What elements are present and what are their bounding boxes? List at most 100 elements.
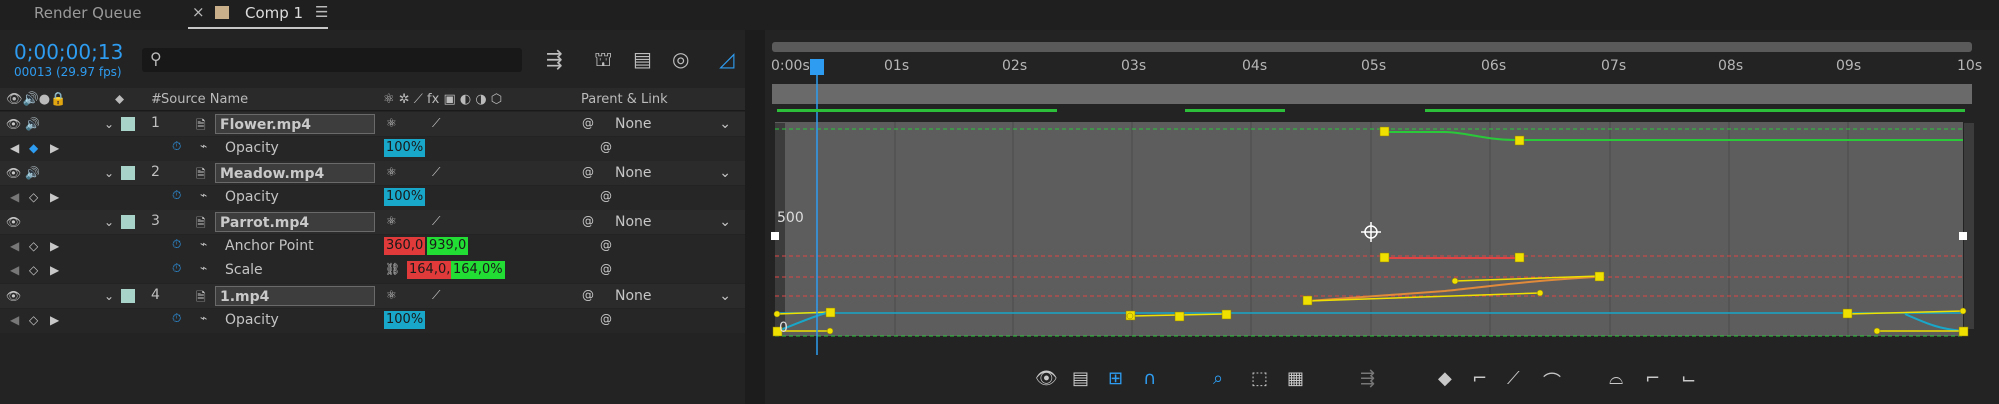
parent-dropdown[interactable]: None ⌄	[615, 286, 735, 306]
expression-pickwhip-icon[interactable]: @	[600, 238, 612, 252]
layer-name[interactable]: Meadow.mp4	[215, 163, 375, 183]
prev-keyframe-icon[interactable]: ◀	[10, 239, 19, 253]
property-row[interactable]	[0, 137, 745, 161]
quality-icon[interactable]: ⟋	[432, 116, 440, 131]
quality-icon[interactable]: ⟋	[432, 214, 440, 229]
fit-all-icon[interactable]: ⬚	[1251, 368, 1268, 389]
snap-icon[interactable]: ∩	[1143, 368, 1156, 389]
easy-ease-icon[interactable]: ⌓	[1609, 368, 1623, 389]
label-color-swatch[interactable]	[121, 289, 135, 303]
hide-shy-layers-icon[interactable]: ▤	[633, 47, 652, 71]
expression-pickwhip-icon[interactable]: @	[600, 189, 612, 203]
visibility-eye-icon[interactable]: 👁	[6, 117, 21, 131]
fit-selection-icon[interactable]: ⌕	[1213, 368, 1223, 389]
transform-box-icon[interactable]: ⊞	[1108, 368, 1123, 389]
edit-speed-graph-icon[interactable]: ▦	[1287, 368, 1304, 389]
prev-keyframe-icon[interactable]: ◀	[10, 141, 19, 155]
next-keyframe-icon[interactable]: ▶	[50, 263, 59, 277]
add-keyframe-icon[interactable]: ◆	[29, 141, 38, 155]
pickwhip-icon[interactable]: @	[582, 165, 594, 179]
add-keyframe-icon[interactable]: ◇	[29, 313, 38, 327]
column-parent-link[interactable]: Parent & Link	[581, 92, 668, 107]
label-color-swatch[interactable]	[121, 215, 135, 229]
composition-flowchart-icon[interactable]: ⇶	[546, 47, 563, 71]
property-value-y[interactable]: 164,0%	[451, 261, 505, 279]
pickwhip-icon[interactable]: @	[582, 214, 594, 228]
label-color-swatch[interactable]	[121, 166, 135, 180]
easy-ease-in-icon[interactable]: ⌐	[1645, 368, 1660, 389]
draft-3d-icon[interactable]: ⛫	[594, 47, 612, 74]
property-value[interactable]: 100%	[384, 139, 426, 157]
linear-keyframe-icon[interactable]: ⟋	[1507, 368, 1520, 389]
panel-menu-icon[interactable]: ☰	[315, 3, 328, 21]
frame-blending-icon[interactable]: ◎	[672, 47, 689, 71]
auto-bezier-icon[interactable]: ⌒	[1543, 368, 1561, 394]
shy-icon[interactable]: ⚛	[386, 116, 397, 130]
prev-keyframe-icon[interactable]: ◀	[10, 263, 19, 277]
prev-keyframe-icon[interactable]: ◀	[10, 190, 19, 204]
layer-name[interactable]: 1.mp4	[215, 286, 375, 306]
property-value[interactable]: 100%	[384, 188, 426, 206]
label-color-swatch[interactable]	[121, 117, 135, 131]
twirl-open-icon[interactable]: ⌄	[104, 215, 114, 229]
prev-keyframe-icon[interactable]: ◀	[10, 313, 19, 327]
property-value[interactable]: 100%	[384, 311, 426, 329]
constrain-proportions-icon[interactable]: ⛓	[385, 262, 400, 276]
property-row[interactable]	[0, 186, 745, 210]
property-value-x[interactable]: 164,0,	[407, 261, 453, 279]
parent-dropdown[interactable]: None ⌄	[615, 212, 735, 232]
audio-icon[interactable]: 🔊	[25, 166, 40, 180]
stopwatch-icon[interactable]: ⏱	[172, 261, 181, 276]
tab-comp-1[interactable]: Comp 1	[245, 4, 303, 22]
add-keyframe-icon[interactable]: ◇	[29, 190, 38, 204]
graph-toggle-icon[interactable]: ⌁	[200, 311, 207, 325]
show-properties-icon[interactable]: 👁	[1035, 368, 1058, 389]
tab-render-queue[interactable]: Render Queue	[34, 4, 141, 22]
stopwatch-icon[interactable]: ⏱	[172, 188, 181, 203]
parent-dropdown[interactable]: None ⌄	[615, 114, 735, 134]
add-keyframe-icon[interactable]: ◇	[29, 239, 38, 253]
twirl-open-icon[interactable]: ⌄	[104, 166, 114, 180]
graph-editor-icon[interactable]: ◿	[719, 47, 734, 71]
property-value-x[interactable]: 360,0	[384, 237, 426, 255]
twirl-open-icon[interactable]: ⌄	[104, 117, 114, 131]
graph-toggle-icon[interactable]: ⌁	[200, 237, 207, 251]
pickwhip-icon[interactable]: @	[582, 288, 594, 302]
layer-name[interactable]: Flower.mp4	[215, 114, 375, 134]
property-value-y[interactable]: 939,0	[427, 237, 469, 255]
graph-options-icon[interactable]: ▤	[1072, 368, 1089, 389]
expression-pickwhip-icon[interactable]: @	[600, 262, 612, 276]
next-keyframe-icon[interactable]: ▶	[50, 190, 59, 204]
visibility-eye-icon[interactable]: 👁	[6, 215, 21, 229]
twirl-open-icon[interactable]: ⌄	[104, 289, 114, 303]
stopwatch-icon[interactable]: ⏱	[172, 311, 181, 326]
easy-ease-out-icon[interactable]: ⌙	[1681, 368, 1696, 389]
visibility-eye-icon[interactable]: 👁	[6, 166, 21, 180]
pickwhip-icon[interactable]: @	[582, 116, 594, 130]
keyframe-diamond-icon[interactable]: ◆	[1438, 368, 1452, 389]
visibility-eye-icon[interactable]: 👁	[6, 289, 21, 303]
graph-editor[interactable]: 500 0	[765, 55, 1999, 355]
property-row[interactable]	[0, 309, 745, 333]
next-keyframe-icon[interactable]: ▶	[50, 141, 59, 155]
quality-icon[interactable]: ⟋	[432, 165, 440, 180]
expression-pickwhip-icon[interactable]: @	[600, 312, 612, 326]
time-navigator[interactable]	[772, 42, 1972, 52]
next-keyframe-icon[interactable]: ▶	[50, 239, 59, 253]
stopwatch-icon[interactable]: ⏱	[172, 237, 181, 252]
layer-search-input[interactable]	[142, 48, 522, 72]
parent-dropdown[interactable]: None ⌄	[615, 163, 735, 183]
layer-name[interactable]: Parrot.mp4	[215, 212, 375, 232]
shy-icon[interactable]: ⚛	[386, 288, 397, 302]
next-keyframe-icon[interactable]: ▶	[50, 313, 59, 327]
property-row[interactable]	[0, 235, 745, 259]
graph-toggle-icon[interactable]: ⌁	[200, 139, 207, 153]
shy-icon[interactable]: ⚛	[386, 214, 397, 228]
separate-dimensions-icon[interactable]: ⇶	[1360, 368, 1375, 389]
add-keyframe-icon[interactable]: ◇	[29, 263, 38, 277]
property-row[interactable]	[0, 259, 745, 283]
graph-toggle-icon[interactable]: ⌁	[200, 188, 207, 202]
graph-toggle-icon[interactable]: ⌁	[200, 261, 207, 275]
stopwatch-icon[interactable]: ⏱	[172, 139, 181, 154]
audio-icon[interactable]: 🔊	[25, 117, 40, 131]
